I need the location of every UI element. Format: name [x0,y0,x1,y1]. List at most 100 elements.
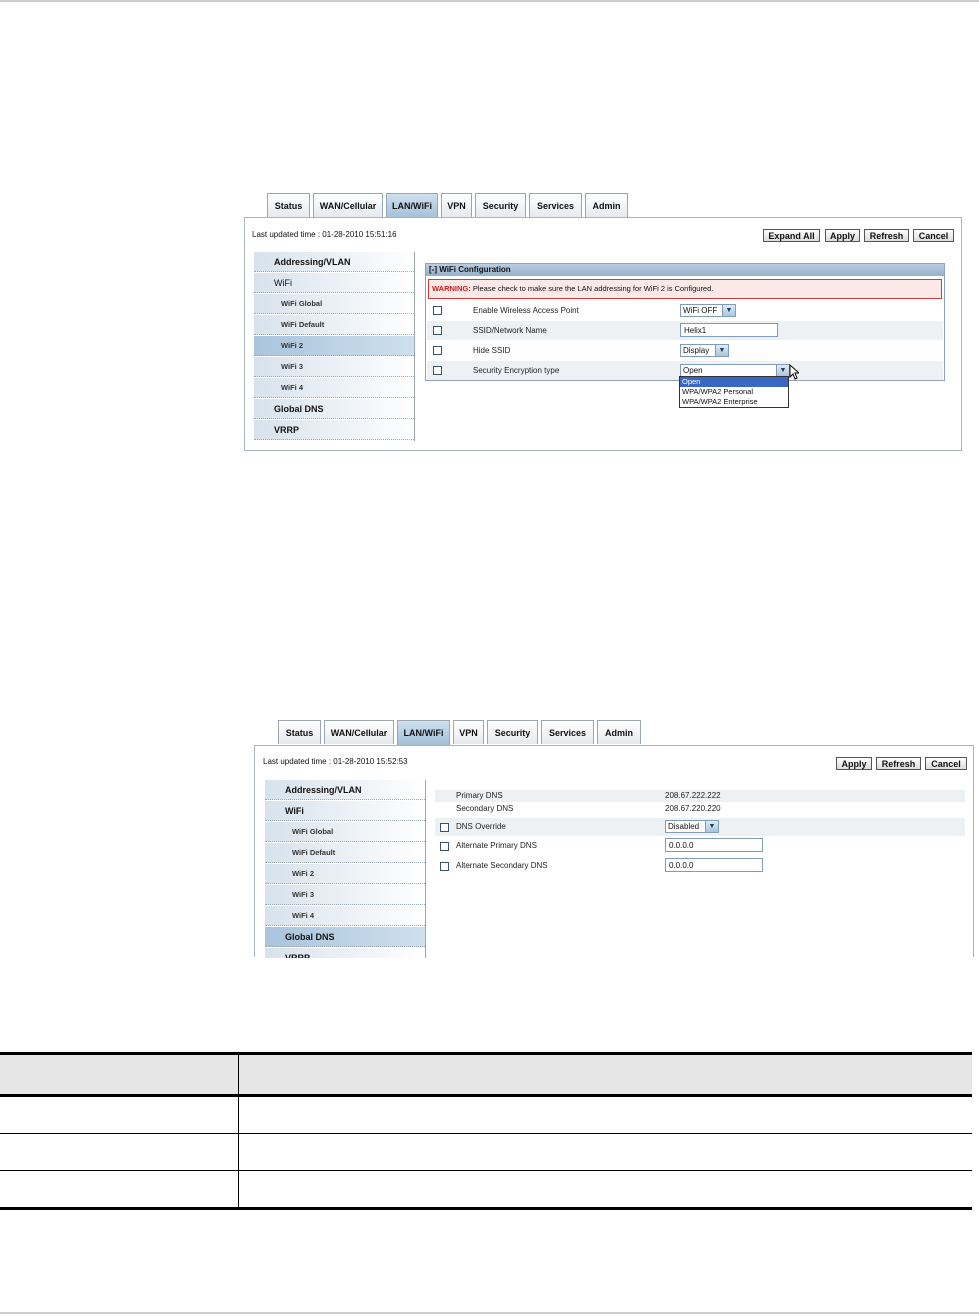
table-cell [238,1170,972,1210]
refresh-button[interactable]: Refresh [864,229,909,242]
sidebar-item-wifi[interactable]: WiFi [254,273,414,293]
option-wpa-enterprise[interactable]: WPA/WPA2 Enterprise [680,397,788,407]
ssid-input[interactable]: Helix1 [680,323,778,337]
tab-security[interactable]: Security [475,193,526,217]
table-cell [238,1095,972,1134]
enable-ap-select[interactable]: WiFi OFF ▼ [680,304,736,317]
alt-secondary-label: Alternate Secondary DNS [456,861,548,870]
tab-admin[interactable]: Admin [597,720,641,744]
expand-all-button[interactable]: Expand All [763,229,820,242]
cancel-button[interactable]: Cancel [913,229,954,242]
secondary-dns-label: Secondary DNS [456,804,514,813]
tab-admin[interactable]: Admin [585,193,628,217]
sidebar-item-global-dns[interactable]: Global DNS [265,927,425,947]
top-rule [0,0,979,2]
section-title[interactable]: [-] WiFi Configuration [426,264,944,276]
row-hide-ssid: Hide SSID Display ▼ [427,341,943,360]
hide-ssid-value: Display [683,346,710,355]
encryption-value: Open [683,366,703,375]
option-open[interactable]: Open [680,377,788,387]
sidebar-item-wifi-default[interactable]: WiFi Default [254,315,414,335]
sidebar: Addressing/VLAN WiFi WiFi Global WiFi De… [265,780,426,958]
tab-services[interactable]: Services [541,720,594,744]
dns-override-checkbox[interactable] [440,823,449,832]
tab-services[interactable]: Services [529,193,582,217]
hide-ssid-checkbox[interactable] [433,346,442,355]
last-updated-time: Last updated time : 01-28-2010 15:51:16 [252,230,397,239]
sidebar-item-addressing-vlan[interactable]: Addressing/VLAN [265,780,425,800]
tab-status[interactable]: Status [278,720,321,744]
sidebar-item-wifi-default[interactable]: WiFi Default [265,843,425,863]
chevron-down-icon: ▼ [705,821,718,832]
refresh-button[interactable]: Refresh [876,757,921,770]
row-enable-ap: Enable Wireless Access Point WiFi OFF ▼ [427,301,943,320]
warning-banner: WARNING: Please check to make sure the L… [428,279,942,299]
sidebar-item-wifi-global[interactable]: WiFi Global [265,822,425,842]
ssid-checkbox[interactable] [433,326,442,335]
alt-secondary-checkbox[interactable] [440,862,449,871]
table-header-cell [238,1052,972,1097]
sidebar-item-wifi-4[interactable]: WiFi 4 [265,906,425,926]
alt-primary-input[interactable]: 0.0.0.0 [665,838,763,852]
apply-button[interactable]: Apply [825,229,860,242]
enable-ap-checkbox[interactable] [433,306,442,315]
row-dns-override: DNS Override Disabled ▼ [435,818,965,836]
table-cell [0,1133,239,1171]
sidebar-item-wifi-2[interactable]: WiFi 2 [265,864,425,884]
encryption-label: Security Encryption type [473,366,560,375]
row-alt-secondary: Alternate Secondary DNS 0.0.0.0 [435,857,965,875]
cancel-button[interactable]: Cancel [925,757,967,770]
bottom-rule [0,1312,979,1314]
table-row [0,1170,972,1210]
option-wpa-personal[interactable]: WPA/WPA2 Personal [680,387,788,397]
sidebar: Addressing/VLAN WiFi WiFi Global WiFi De… [254,252,415,441]
wifi-config-screenshot: Status WAN/Cellular LAN/WiFi VPN Securit… [244,193,962,451]
enable-ap-value: WiFi OFF [683,306,718,315]
ssid-label: SSID/Network Name [473,326,547,335]
sidebar-item-global-dns[interactable]: Global DNS [254,399,414,419]
table-cell [0,1095,239,1134]
sidebar-item-wifi[interactable]: WiFi [265,801,425,821]
chevron-down-icon: ▼ [722,305,735,316]
sidebar-item-addressing-vlan[interactable]: Addressing/VLAN [254,252,414,272]
hide-ssid-select[interactable]: Display ▼ [680,344,729,357]
sidebar-item-vrrp[interactable]: VRRP [254,420,414,440]
global-dns-screenshot: Status WAN/Cellular LAN/WiFi VPN Securit… [254,720,974,958]
table-cell [0,1170,239,1210]
content-panel: Last updated time : 01-28-2010 15:52:53 … [254,745,974,958]
sidebar-item-wifi-3[interactable]: WiFi 3 [265,885,425,905]
sidebar-item-vrrp[interactable]: VRRP [265,948,425,958]
table-row [0,1095,972,1134]
reference-table [0,1052,972,1210]
sidebar-item-wifi-3[interactable]: WiFi 3 [254,357,414,377]
row-secondary-dns: Secondary DNS 208.67.220.220 [435,803,965,815]
alt-primary-checkbox[interactable] [440,842,449,851]
sidebar-item-wifi-4[interactable]: WiFi 4 [254,378,414,398]
dns-override-label: DNS Override [456,822,506,831]
table-cell [238,1133,972,1171]
cursor-icon [789,364,799,380]
encryption-dropdown-list: Open WPA/WPA2 Personal WPA/WPA2 Enterpri… [679,376,789,408]
row-ssid: SSID/Network Name Helix1 [427,321,943,340]
tab-wan-cellular[interactable]: WAN/Cellular [324,720,394,744]
alt-primary-label: Alternate Primary DNS [456,841,537,850]
encryption-checkbox[interactable] [433,366,442,375]
wifi-configuration-section: [-] WiFi Configuration WARNING: Please c… [425,263,945,381]
tab-vpn[interactable]: VPN [441,193,472,217]
tab-security[interactable]: Security [487,720,538,744]
table-header-cell [0,1052,239,1097]
tab-lan-wifi[interactable]: LAN/WiFi [397,720,450,747]
alt-secondary-input[interactable]: 0.0.0.0 [665,858,763,872]
tab-wan-cellular[interactable]: WAN/Cellular [313,193,383,217]
row-primary-dns: Primary DNS 208.67.222.222 [435,790,965,802]
tab-lan-wifi[interactable]: LAN/WiFi [386,193,438,220]
row-alt-primary: Alternate Primary DNS 0.0.0.0 [435,837,965,855]
chevron-down-icon: ▼ [715,345,728,356]
tab-status[interactable]: Status [267,193,310,217]
sidebar-item-wifi-global[interactable]: WiFi Global [254,294,414,314]
tab-vpn[interactable]: VPN [453,720,484,744]
apply-button[interactable]: Apply [836,757,872,770]
sidebar-item-wifi-2[interactable]: WiFi 2 [254,336,414,356]
warning-label: WARNING: [432,284,471,293]
dns-override-select[interactable]: Disabled ▼ [665,820,719,833]
